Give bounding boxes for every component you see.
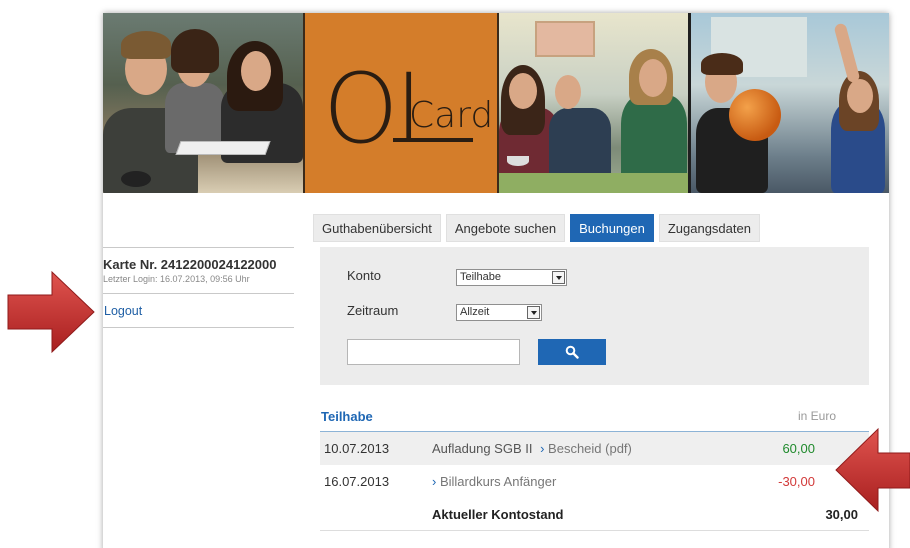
divider [103, 327, 294, 328]
annotation-arrow-left-icon [835, 427, 910, 513]
mouse-image [121, 171, 151, 187]
tab-guthabenuebersicht[interactable]: Guthabenübersicht [313, 214, 441, 242]
chevron-down-icon [527, 306, 540, 319]
girl2-head [639, 59, 667, 97]
row-description: › Billardkurs Anfänger [432, 474, 556, 489]
keyboard-image [175, 141, 271, 155]
bescheid-pdf-link[interactable]: Bescheid (pdf) [548, 441, 632, 456]
banner-photo-students-eating [499, 13, 691, 193]
konto-select[interactable]: Teilhabe [456, 269, 567, 286]
total-label: Aktueller Kontostand [432, 507, 564, 522]
boy-hair [701, 53, 743, 75]
divider [103, 247, 294, 248]
table-row: 10.07.2013 Aufladung SGB II › Bescheid (… [320, 432, 869, 465]
row-description: Aufladung SGB II › Bescheid (pdf) [432, 441, 632, 456]
logout-link[interactable]: Logout [103, 294, 294, 327]
logo-underline [393, 138, 473, 142]
boy-figure [549, 108, 611, 178]
card-number: Karte Nr. 2412200024122000 [103, 257, 277, 272]
banner-photo-students-computer [103, 13, 303, 193]
row-date: 10.07.2013 [324, 441, 390, 456]
student-hair [121, 31, 171, 59]
search-icon [565, 345, 579, 359]
chevron-down-icon [552, 271, 565, 284]
girl-head [847, 79, 873, 113]
teacher-hair [171, 29, 219, 73]
logo-card-text: Card [409, 95, 494, 136]
zeitraum-select-value: Allzeit [460, 306, 490, 318]
last-login: Letzter Login: 16.07.2013, 09:56 Uhr [103, 274, 250, 284]
zeitraum-label: Zeitraum [347, 303, 399, 318]
konto-select-value: Teilhabe [460, 271, 501, 283]
wall-picture [535, 21, 595, 57]
row-amount: 60,00 [782, 441, 815, 456]
banner-photo-students-ball [691, 13, 889, 193]
bowl-image [507, 156, 529, 166]
table-title: Teilhabe [321, 409, 373, 424]
tab-zugangsdaten[interactable]: Zugangsdaten [658, 214, 760, 242]
tab-bar: Guthabenübersicht Angebote suchen Buchun… [313, 214, 760, 242]
billardkurs-link[interactable]: Billardkurs Anfänger [440, 474, 556, 489]
table-row: 16.07.2013 › Billardkurs Anfänger -30,00 [320, 465, 869, 498]
tab-angebote-suchen[interactable]: Angebote suchen [445, 214, 566, 242]
table-header: Teilhabe in Euro [320, 405, 869, 432]
boy-head [555, 75, 581, 109]
annotation-arrow-right-icon [7, 270, 95, 354]
row-amount: -30,00 [778, 474, 815, 489]
filter-panel: Konto Teilhabe Zeitraum Allzeit [320, 247, 869, 385]
table-surface [499, 173, 688, 193]
girl-head [241, 51, 271, 91]
search-input[interactable] [347, 339, 520, 365]
chevron-right-icon: › [540, 441, 545, 456]
raised-arm [833, 22, 861, 84]
row-date: 16.07.2013 [324, 474, 390, 489]
header-banner: OL Card [103, 13, 889, 193]
zeitraum-select[interactable]: Allzeit [456, 304, 542, 321]
basketball-image [729, 89, 781, 141]
total-row: Aktueller Kontostand 30,00 [320, 498, 869, 531]
search-button[interactable] [538, 339, 606, 365]
row-desc-text: Aufladung SGB II [432, 441, 533, 456]
transactions-table: Teilhabe in Euro 10.07.2013 Aufladung SG… [320, 405, 869, 531]
chevron-right-icon: › [432, 474, 437, 489]
konto-label: Konto [347, 268, 381, 283]
currency-unit: in Euro [797, 409, 836, 423]
sidebar: Karte Nr. 2412200024122000 Letzter Login… [103, 247, 294, 328]
olcard-logo: OL Card [303, 13, 499, 193]
girl-head [509, 73, 537, 109]
tab-buchungen[interactable]: Buchungen [570, 214, 654, 242]
